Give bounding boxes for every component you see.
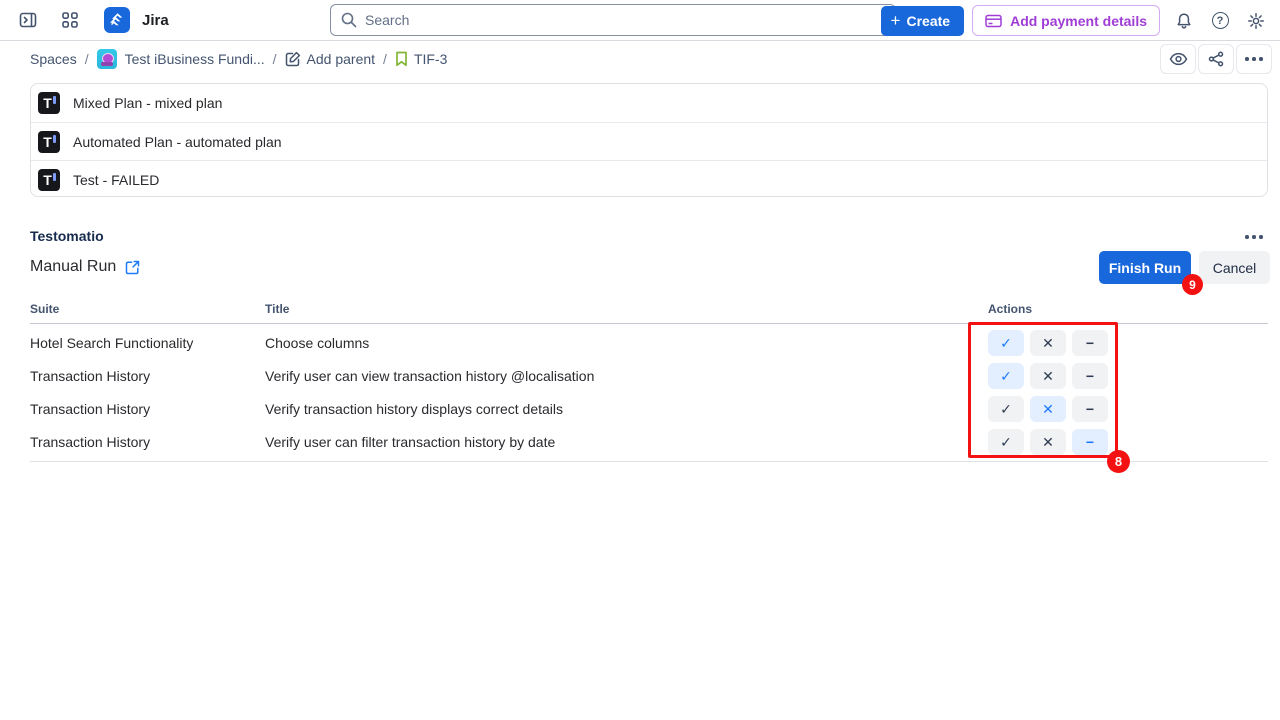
search-container xyxy=(330,4,896,36)
jira-page: Jira + Create xyxy=(0,0,1280,720)
topbar-left-group: Jira xyxy=(0,4,169,36)
list-item[interactable]: T Mixed Plan - mixed plan xyxy=(31,84,1267,122)
settings-button[interactable] xyxy=(1240,5,1272,37)
column-header-title: Title xyxy=(265,302,988,316)
actions-cell: ✓ ✕ − xyxy=(988,330,1268,356)
breadcrumb-project-link[interactable]: Test iBusiness Fundi... xyxy=(125,51,265,67)
more-icon xyxy=(1245,57,1263,61)
list-item[interactable]: T Automated Plan - automated plan xyxy=(31,122,1267,160)
title-cell: Verify user can filter transaction histo… xyxy=(265,434,988,450)
table-row: Transaction History Verify user can filt… xyxy=(30,425,1268,458)
table-body: Hotel Search Functionality Choose column… xyxy=(30,324,1268,462)
notifications-button[interactable] xyxy=(1168,5,1200,37)
add-payment-details-button[interactable]: Add payment details xyxy=(972,5,1160,36)
testomatio-icon: T xyxy=(38,131,60,153)
breadcrumb-separator: / xyxy=(85,51,89,67)
gear-icon xyxy=(1247,12,1265,30)
run-title: Manual Run xyxy=(30,258,116,276)
list-item[interactable]: T Test - FAILED xyxy=(31,160,1267,197)
top-navigation-bar: Jira + Create xyxy=(0,0,1280,41)
test-cases-table: Suite Title Actions Hotel Search Functio… xyxy=(30,302,1268,462)
table-header-row: Suite Title Actions xyxy=(30,302,1268,324)
more-options-button[interactable] xyxy=(1236,44,1272,74)
mark-skipped-button[interactable]: − xyxy=(1072,396,1108,422)
actions-cell: ✓ ✕ − xyxy=(988,429,1268,455)
expand-sidebar-icon xyxy=(19,11,37,29)
mark-skipped-button[interactable]: − xyxy=(1072,429,1108,455)
share-icon xyxy=(1208,51,1224,67)
testomatio-icon: T xyxy=(38,92,60,114)
suite-cell: Hotel Search Functionality xyxy=(30,335,265,351)
app-title: Jira xyxy=(142,12,169,29)
expand-sidebar-button[interactable] xyxy=(12,4,44,36)
app-switcher-icon xyxy=(62,12,78,28)
suite-cell: Transaction History xyxy=(30,434,265,450)
mark-passed-button[interactable]: ✓ xyxy=(988,363,1024,389)
credit-card-icon xyxy=(985,14,1002,28)
edit-icon xyxy=(285,51,301,67)
bookmark-icon xyxy=(395,51,408,67)
watch-button[interactable] xyxy=(1160,44,1196,74)
create-button[interactable]: + Create xyxy=(881,6,965,36)
suite-cell: Transaction History xyxy=(30,401,265,417)
topbar-right-group: + Create Add payment details xyxy=(881,0,1272,41)
mark-failed-button[interactable]: ✕ xyxy=(1030,429,1066,455)
share-button[interactable] xyxy=(1198,44,1234,74)
section-title: Testomatio xyxy=(30,228,104,244)
more-icon xyxy=(1245,235,1263,239)
cancel-button[interactable]: Cancel xyxy=(1199,251,1270,284)
topbar-utility-icons: ? xyxy=(1168,5,1272,37)
plan-label: Automated Plan - automated plan xyxy=(73,134,282,150)
plus-icon: + xyxy=(891,12,901,29)
testomatio-icon: T xyxy=(38,169,60,191)
mark-failed-button[interactable]: ✕ xyxy=(1030,396,1066,422)
bell-icon xyxy=(1175,12,1193,30)
help-icon: ? xyxy=(1212,12,1229,29)
test-plans-list: T Mixed Plan - mixed plan T Automated Pl… xyxy=(30,83,1268,197)
external-link-icon[interactable] xyxy=(125,260,140,275)
title-cell: Choose columns xyxy=(265,335,988,351)
run-title-line: Manual Run xyxy=(30,258,140,276)
breadcrumb-bar: Spaces / Test iBusiness Fundi... / Add p… xyxy=(0,41,1280,76)
breadcrumb: Spaces / Test iBusiness Fundi... / Add p… xyxy=(0,49,447,69)
mark-passed-button[interactable]: ✓ xyxy=(988,330,1024,356)
breadcrumb-separator: / xyxy=(273,51,277,67)
table-row: Transaction History Verify user can view… xyxy=(30,359,1268,392)
search-input[interactable] xyxy=(330,4,896,36)
eye-icon xyxy=(1169,52,1188,66)
title-cell: Verify user can view transaction history… xyxy=(265,368,988,384)
breadcrumb-separator: / xyxy=(383,51,387,67)
app-switcher-button[interactable] xyxy=(54,4,86,36)
table-row: Hotel Search Functionality Choose column… xyxy=(30,326,1268,359)
plan-label: Mixed Plan - mixed plan xyxy=(73,95,222,111)
mark-skipped-button[interactable]: − xyxy=(1072,330,1108,356)
help-button[interactable]: ? xyxy=(1204,5,1236,37)
actions-cell: ✓ ✕ − xyxy=(988,396,1268,422)
plan-label: Test - FAILED xyxy=(73,172,159,188)
table-row: Transaction History Verify transaction h… xyxy=(30,392,1268,425)
mark-skipped-button[interactable]: − xyxy=(1072,363,1108,389)
page-action-buttons xyxy=(1160,44,1272,74)
breadcrumb-issue-link[interactable]: TIF-3 xyxy=(395,51,447,67)
search-icon xyxy=(340,11,358,29)
section-more-button[interactable] xyxy=(1242,230,1266,244)
project-avatar[interactable] xyxy=(97,49,117,69)
mark-failed-button[interactable]: ✕ xyxy=(1030,330,1066,356)
mark-failed-button[interactable]: ✕ xyxy=(1030,363,1066,389)
mark-passed-button[interactable]: ✓ xyxy=(988,396,1024,422)
breadcrumb-spaces-link[interactable]: Spaces xyxy=(30,51,77,67)
suite-cell: Transaction History xyxy=(30,368,265,384)
finish-run-button[interactable]: Finish Run xyxy=(1099,251,1191,284)
add-parent-button[interactable]: Add parent xyxy=(285,51,376,67)
jira-logo[interactable] xyxy=(104,7,130,33)
annotation-badge-8: 8 xyxy=(1107,450,1130,473)
column-header-suite: Suite xyxy=(30,302,265,316)
mark-passed-button[interactable]: ✓ xyxy=(988,429,1024,455)
annotation-badge-9: 9 xyxy=(1182,274,1203,295)
actions-cell: ✓ ✕ − xyxy=(988,363,1268,389)
title-cell: Verify transaction history displays corr… xyxy=(265,401,988,417)
column-header-actions: Actions xyxy=(988,302,1268,316)
